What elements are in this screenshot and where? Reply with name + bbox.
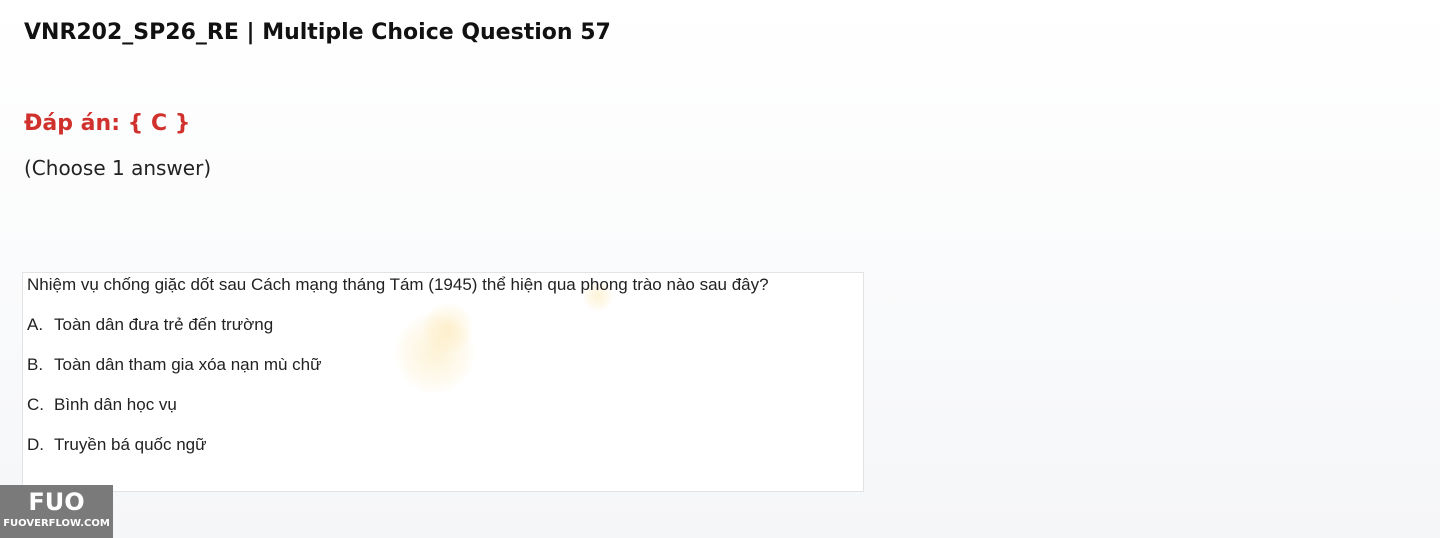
watermark-graphic	[395, 313, 475, 393]
option-letter: A.	[27, 315, 44, 334]
option-text: Truyền bá quốc ngữ	[54, 435, 207, 454]
option-d: D. Truyền bá quốc ngữ	[27, 435, 207, 455]
option-a: A. Toàn dân đưa trẻ đến trường	[27, 315, 273, 335]
option-text: Toàn dân tham gia xóa nạn mù chữ	[54, 355, 322, 374]
logo-mark: FUO	[28, 488, 85, 516]
option-text: Toàn dân đưa trẻ đến trường	[54, 315, 274, 334]
page-title: VNR202_SP26_RE | Multiple Choice Questio…	[24, 20, 611, 45]
option-b: B. Toàn dân tham gia xóa nạn mù chữ	[27, 355, 322, 375]
logo-text: FUOVERFLOW.COM	[3, 518, 110, 529]
option-letter: C.	[27, 395, 44, 414]
option-text: Bình dân học vụ	[54, 395, 177, 414]
watermark-graphic	[423, 303, 473, 353]
question-text: Nhiệm vụ chống giặc dốt sau Cách mạng th…	[27, 275, 769, 294]
question-image: Nhiệm vụ chống giặc dốt sau Cách mạng th…	[22, 272, 864, 492]
answer-instruction: (Choose 1 answer)	[24, 156, 212, 180]
option-c: C. Bình dân học vụ	[27, 395, 177, 415]
option-letter: B.	[27, 355, 44, 374]
site-logo[interactable]: FUO FUOVERFLOW.COM	[0, 485, 113, 538]
answer-key: Đáp án: { C }	[24, 111, 191, 136]
option-letter: D.	[27, 435, 44, 454]
